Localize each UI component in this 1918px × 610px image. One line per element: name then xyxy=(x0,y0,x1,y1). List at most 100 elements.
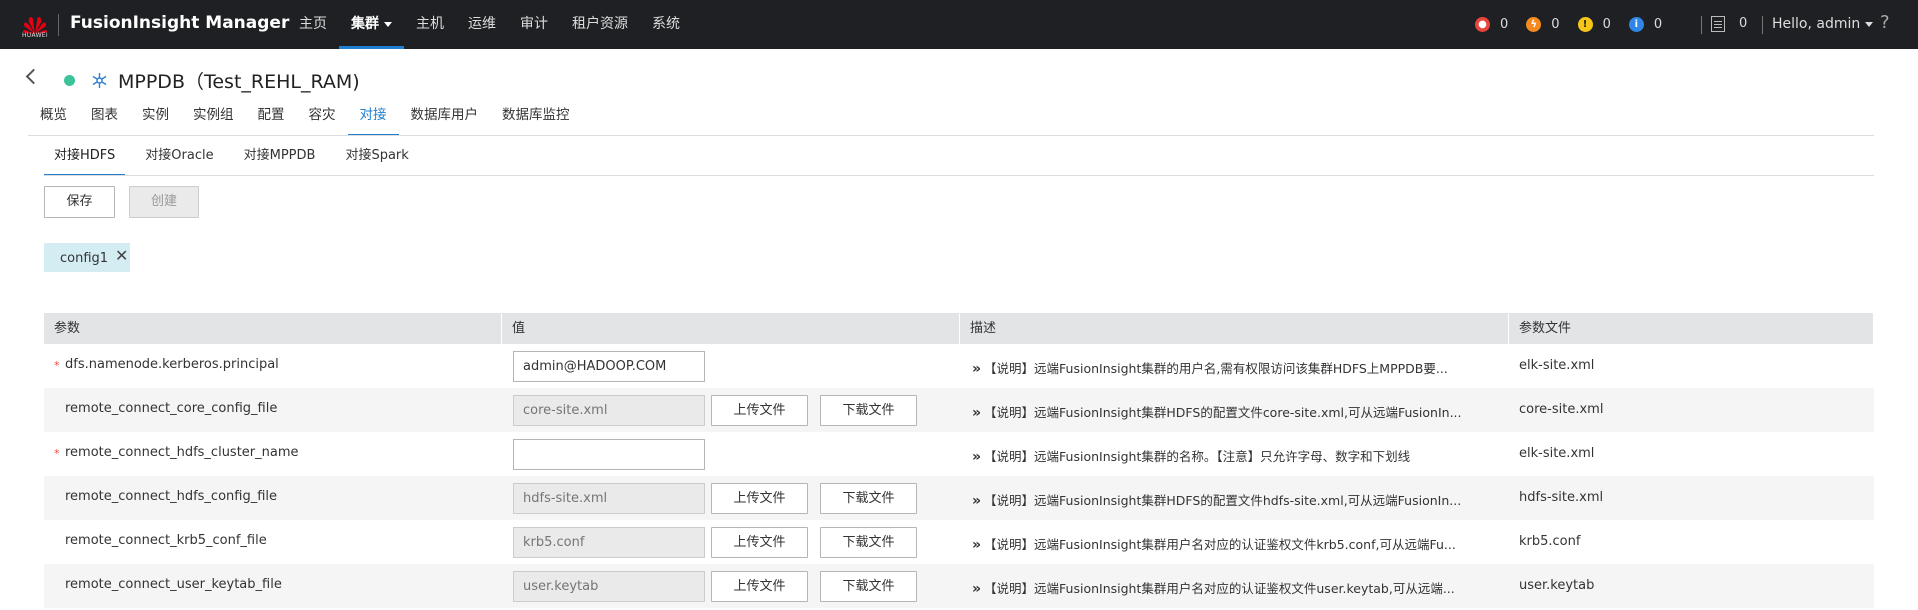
user-menu[interactable]: Hello, admin xyxy=(1772,16,1874,32)
task-list-icon[interactable] xyxy=(1711,16,1725,32)
double-chevron-right-icon: » xyxy=(972,405,982,421)
upload-file-button[interactable]: 上传文件 xyxy=(711,483,808,514)
description-cell: » 【说明】远端FusionInsight集群用户名对应的认证鉴权文件krb5.c… xyxy=(960,520,1509,564)
alarm-count: 0 xyxy=(1551,17,1560,32)
alarm-count: 0 xyxy=(1602,17,1611,32)
param-description[interactable]: » 【说明】远端FusionInsight集群用户名对应的认证鉴权文件krb5.c… xyxy=(972,534,1500,553)
param-name: remote_connect_core_config_file xyxy=(65,401,278,416)
nav-home[interactable]: 主页 xyxy=(287,0,339,49)
param-name: remote_connect_hdfs_config_file xyxy=(65,489,278,504)
close-icon[interactable]: ✕ xyxy=(115,246,128,265)
tab-db-users[interactable]: 数据库用户 xyxy=(399,103,491,136)
file-cell: krb5.conf xyxy=(1509,520,1874,564)
alarm-info[interactable]: i 0 xyxy=(1628,17,1663,32)
tab-db-monitor[interactable]: 数据库监控 xyxy=(490,103,582,136)
tab-instances[interactable]: 实例 xyxy=(130,103,181,136)
nav-audit[interactable]: 审计 xyxy=(508,0,560,49)
table-row: * remote_connect_hdfs_cluster_name » 【说明】… xyxy=(44,432,1874,476)
bolt-icon: ϟ xyxy=(1526,17,1542,32)
value-cell: 上传文件 下载文件 xyxy=(502,564,960,608)
param-description[interactable]: » 【说明】远端FusionInsight集群用户名对应的认证鉴权文件user.k… xyxy=(972,578,1500,597)
param-value-input[interactable] xyxy=(513,483,705,514)
param-cell: remote_connect_core_config_file xyxy=(44,388,502,432)
upload-file-button[interactable]: 上传文件 xyxy=(711,395,808,426)
chevron-down-icon xyxy=(384,21,392,27)
save-button[interactable]: 保存 xyxy=(44,186,115,218)
tab-overview[interactable]: 概览 xyxy=(28,103,79,136)
help-icon[interactable]: ? xyxy=(1880,12,1890,33)
file-cell: elk-site.xml xyxy=(1509,432,1874,476)
table-row: remote_connect_hdfs_config_file 上传文件 下载文… xyxy=(44,476,1874,520)
tab-instance-groups[interactable]: 实例组 xyxy=(181,103,246,136)
param-value-input[interactable] xyxy=(513,571,705,602)
divider xyxy=(1701,16,1702,34)
nav-cluster[interactable]: 集群 xyxy=(339,0,404,49)
back-arrow-icon[interactable] xyxy=(25,68,42,85)
nav-system[interactable]: 系统 xyxy=(640,0,692,49)
divider xyxy=(58,14,59,36)
param-file: hdfs-site.xml xyxy=(1519,490,1604,505)
top-nav: 主页 集群 主机 运维 审计 租户资源 系统 xyxy=(287,0,692,49)
param-cell: * remote_connect_hdfs_cluster_name xyxy=(44,432,502,476)
param-description[interactable]: » 【说明】远端FusionInsight集群的用户名,需有权限访问该集群HDFS… xyxy=(972,358,1500,377)
value-cell: 上传文件 下载文件 xyxy=(502,388,960,432)
file-cell: elk-site.xml xyxy=(1509,344,1874,388)
tab-charts[interactable]: 图表 xyxy=(79,103,130,136)
param-cell: remote_connect_krb5_conf_file xyxy=(44,520,502,564)
alarm-count: 0 xyxy=(1500,17,1509,32)
nav-tenant[interactable]: 租户资源 xyxy=(560,0,640,49)
status-dot-icon xyxy=(64,75,75,86)
table-row: remote_connect_user_keytab_file 上传文件 下载文… xyxy=(44,564,1874,608)
param-value-input[interactable] xyxy=(513,395,705,426)
param-cell: remote_connect_hdfs_config_file xyxy=(44,476,502,520)
double-chevron-right-icon: » xyxy=(972,361,982,377)
tab-config[interactable]: 配置 xyxy=(246,103,297,136)
tab-interconnect[interactable]: 对接 xyxy=(347,103,399,136)
upload-file-button[interactable]: 上传文件 xyxy=(711,527,808,558)
param-cell: * dfs.namenode.kerberos.principal xyxy=(44,344,502,388)
subtab-spark[interactable]: 对接Spark xyxy=(335,143,418,176)
value-cell: 上传文件 下载文件 xyxy=(502,520,960,564)
parameter-table: 参数 值 描述 参数文件 * dfs.namenode.kerberos.pri… xyxy=(44,313,1874,608)
upload-file-button[interactable]: 上传文件 xyxy=(711,571,808,602)
param-value-input[interactable] xyxy=(513,527,705,558)
param-name: remote_connect_hdfs_cluster_name xyxy=(65,445,299,460)
nav-hosts[interactable]: 主机 xyxy=(404,0,456,49)
param-description[interactable]: » 【说明】远端FusionInsight集群的名称。【注意】只允许字母、数字和下… xyxy=(972,446,1500,465)
param-name: remote_connect_user_keytab_file xyxy=(65,577,282,592)
exclamation-icon: ! xyxy=(1577,17,1593,32)
download-file-button[interactable]: 下载文件 xyxy=(820,483,917,514)
task-count: 0 xyxy=(1739,16,1748,31)
top-bar: HUAWEI FusionInsight Manager 主页 集群 主机 运维… xyxy=(0,0,1918,49)
param-cell: remote_connect_user_keytab_file xyxy=(44,564,502,608)
alarm-major[interactable]: ϟ 0 xyxy=(1526,17,1560,32)
required-marker: * xyxy=(54,359,60,372)
column-header-description: 描述 xyxy=(960,313,1509,344)
param-description[interactable]: » 【说明】远端FusionInsight集群HDFS的配置文件core-site… xyxy=(972,402,1500,421)
value-cell: 上传文件 下载文件 xyxy=(502,476,960,520)
download-file-button[interactable]: 下载文件 xyxy=(820,571,917,602)
subtab-hdfs[interactable]: 对接HDFS xyxy=(44,143,126,176)
subtab-oracle[interactable]: 对接Oracle xyxy=(135,143,223,176)
download-file-button[interactable]: 下载文件 xyxy=(820,395,917,426)
param-value-input[interactable] xyxy=(513,439,705,470)
alarm-critical[interactable]: ● 0 xyxy=(1475,17,1508,32)
create-button[interactable]: 创建 xyxy=(129,186,199,218)
interconnect-subtabs: 对接HDFS 对接Oracle 对接MPPDB 对接Spark xyxy=(44,143,429,176)
brand-text: HUAWEI xyxy=(22,32,48,39)
description-cell: » 【说明】远端FusionInsight集群的用户名,需有权限访问该集群HDFS… xyxy=(960,344,1509,388)
value-cell xyxy=(502,344,960,388)
description-cell: » 【说明】远端FusionInsight集群HDFS的配置文件hdfs-site… xyxy=(960,476,1509,520)
flame-icon: ● xyxy=(1475,17,1490,32)
param-file: elk-site.xml xyxy=(1519,358,1595,373)
alarm-count: 0 xyxy=(1653,17,1663,32)
nav-ops[interactable]: 运维 xyxy=(456,0,508,49)
param-value-input[interactable] xyxy=(513,351,705,382)
alarm-minor[interactable]: ! 0 xyxy=(1577,17,1611,32)
config-tag[interactable]: config1 ✕ xyxy=(44,243,130,272)
subtab-mppdb[interactable]: 对接MPPDB xyxy=(234,143,326,176)
alarm-summary: ● 0 ϟ 0 ! 0 i 0 xyxy=(1475,0,1680,49)
download-file-button[interactable]: 下载文件 xyxy=(820,527,917,558)
tab-disaster-recovery[interactable]: 容灾 xyxy=(297,103,348,136)
param-description[interactable]: » 【说明】远端FusionInsight集群HDFS的配置文件hdfs-site… xyxy=(972,490,1500,509)
